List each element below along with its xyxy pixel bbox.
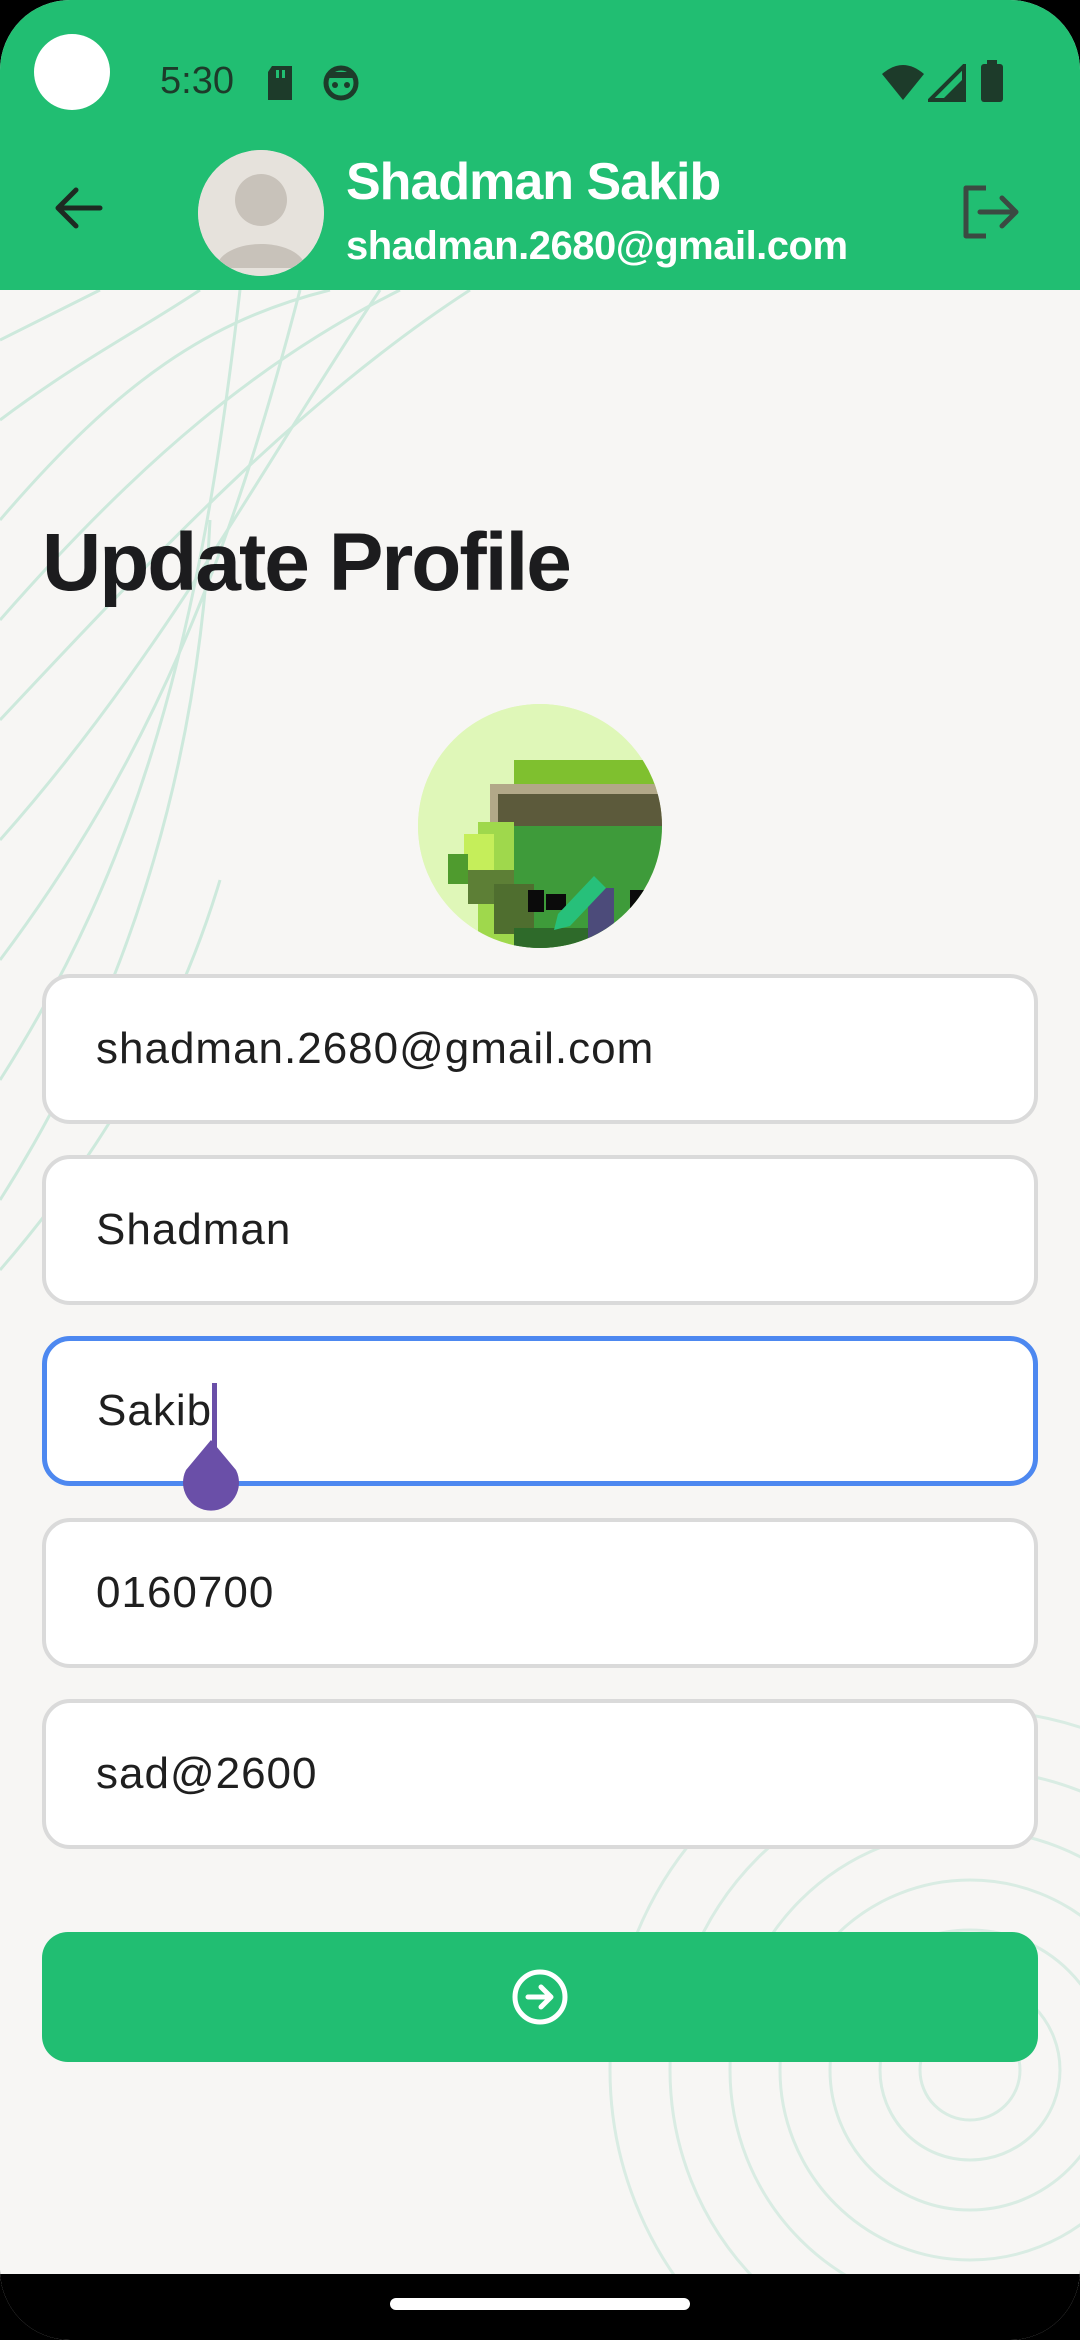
wifi-icon (882, 65, 924, 100)
avatar[interactable] (198, 150, 324, 276)
profile-picture[interactable] (418, 704, 662, 948)
app-screen: 5:30 Shadman Sakib shadman.2680@gmail.co… (0, 0, 1080, 2340)
profile-picture-image (418, 704, 662, 948)
password-input[interactable] (96, 1703, 976, 1845)
arrow-circle-right-icon (512, 1969, 568, 2025)
status-bar: 5:30 (0, 0, 1080, 150)
person-placeholder-icon (198, 150, 324, 276)
email-field[interactable] (42, 974, 1038, 1124)
page-title: Update Profile (42, 517, 572, 608)
home-indicator[interactable] (390, 2298, 690, 2310)
first-name-input[interactable] (96, 1159, 976, 1301)
battery-icon (981, 60, 1003, 102)
arrow-left-icon (55, 187, 103, 229)
logout-icon (963, 185, 1019, 239)
user-name: Shadman Sakib (346, 153, 721, 211)
android-face-icon (323, 65, 359, 101)
user-email: shadman.2680@gmail.com (346, 224, 848, 268)
password-field[interactable] (42, 1699, 1038, 1849)
email-input[interactable] (96, 978, 976, 1120)
signal-icon (928, 64, 966, 102)
sd-card-icon (268, 66, 292, 100)
camera-cutout (34, 34, 110, 110)
first-name-field[interactable] (42, 1155, 1038, 1305)
back-button[interactable] (40, 170, 116, 246)
logout-button[interactable] (950, 172, 1030, 252)
status-time: 5:30 (160, 60, 234, 102)
submit-button[interactable] (42, 1932, 1038, 2062)
app-header: 5:30 Shadman Sakib shadman.2680@gmail.co… (0, 0, 1080, 290)
phone-field[interactable] (42, 1518, 1038, 1668)
cursor-handle[interactable] (180, 1440, 242, 1520)
phone-input[interactable] (96, 1522, 976, 1664)
